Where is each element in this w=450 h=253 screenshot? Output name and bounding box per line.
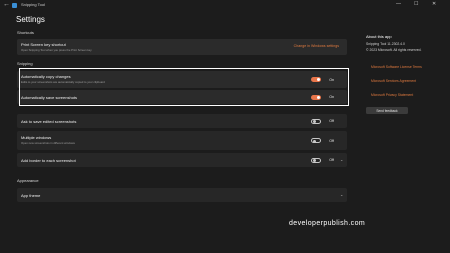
back-arrow-icon[interactable]: ← bbox=[3, 1, 10, 8]
multiple-windows-subtitle: Open new screenshots in different window… bbox=[21, 140, 75, 145]
multiple-windows-title: Multiple windows bbox=[21, 135, 52, 140]
add-border-toggle[interactable] bbox=[311, 157, 321, 163]
ask-save-toggle[interactable] bbox=[311, 118, 321, 124]
app-theme-title: App theme bbox=[21, 193, 41, 198]
maximize-icon[interactable]: ☐ bbox=[414, 1, 418, 7]
window-title: Snipping Tool bbox=[21, 2, 45, 7]
section-label-shortcuts: Shortcuts bbox=[17, 30, 34, 35]
add-border-state: Off bbox=[329, 158, 334, 162]
services-agreement-link[interactable]: Microsoft Services Agreement bbox=[371, 79, 416, 83]
print-screen-shortcut-card: Print Screen key shortcut Open Snipping … bbox=[17, 39, 347, 55]
print-screen-subtitle: Open Snipping Tool when you press the Pr… bbox=[21, 47, 92, 52]
section-label-snipping: Snipping bbox=[17, 61, 33, 66]
highlight-frame bbox=[19, 68, 349, 106]
watermark-text: developerpublish.com bbox=[289, 220, 366, 227]
chevron-down-icon[interactable]: ⌄ bbox=[340, 192, 343, 197]
send-feedback-button[interactable]: Send feedback bbox=[366, 107, 408, 114]
about-title: About this app bbox=[366, 34, 392, 39]
section-label-appearance: Appearance bbox=[17, 178, 39, 183]
multiple-windows-card: Multiple windows Open new screenshots in… bbox=[17, 131, 347, 150]
toggle-knob bbox=[313, 139, 316, 143]
app-theme-card[interactable]: App theme ⌄ bbox=[17, 188, 347, 202]
ask-save-card: Ask to save edited screenshots Off bbox=[17, 114, 347, 128]
close-icon[interactable]: ✕ bbox=[432, 1, 436, 7]
copyright-text: © 2023 Microsoft. All rights reserved. bbox=[366, 48, 422, 52]
app-version: Snipping Tool 11.2302.4.0 bbox=[366, 42, 405, 46]
toggle-knob bbox=[313, 120, 316, 124]
ask-save-state: Off bbox=[329, 119, 334, 123]
multiple-windows-toggle[interactable] bbox=[311, 138, 321, 143]
minimize-icon[interactable]: — bbox=[396, 1, 401, 7]
snipping-tool-app-icon bbox=[12, 3, 17, 8]
multiple-windows-state: Off bbox=[329, 138, 334, 143]
page-title: Settings bbox=[16, 15, 45, 24]
title-bar: ← Snipping Tool — ☐ ✕ bbox=[0, 0, 450, 12]
add-border-title: Add border to each screenshot bbox=[21, 158, 76, 163]
change-in-windows-settings-link[interactable]: Change in Windows settings bbox=[294, 44, 339, 48]
add-border-card[interactable]: Add border to each screenshot Off bbox=[17, 153, 347, 167]
ask-save-title: Ask to save edited screenshots bbox=[21, 119, 77, 124]
privacy-statement-link[interactable]: Microsoft Privacy Statement bbox=[371, 93, 413, 97]
print-screen-title: Print Screen key shortcut bbox=[21, 42, 66, 47]
chevron-down-icon[interactable]: ⌄ bbox=[340, 157, 343, 162]
license-terms-link[interactable]: Microsoft Software License Terms bbox=[371, 65, 422, 69]
toggle-knob bbox=[313, 159, 316, 163]
